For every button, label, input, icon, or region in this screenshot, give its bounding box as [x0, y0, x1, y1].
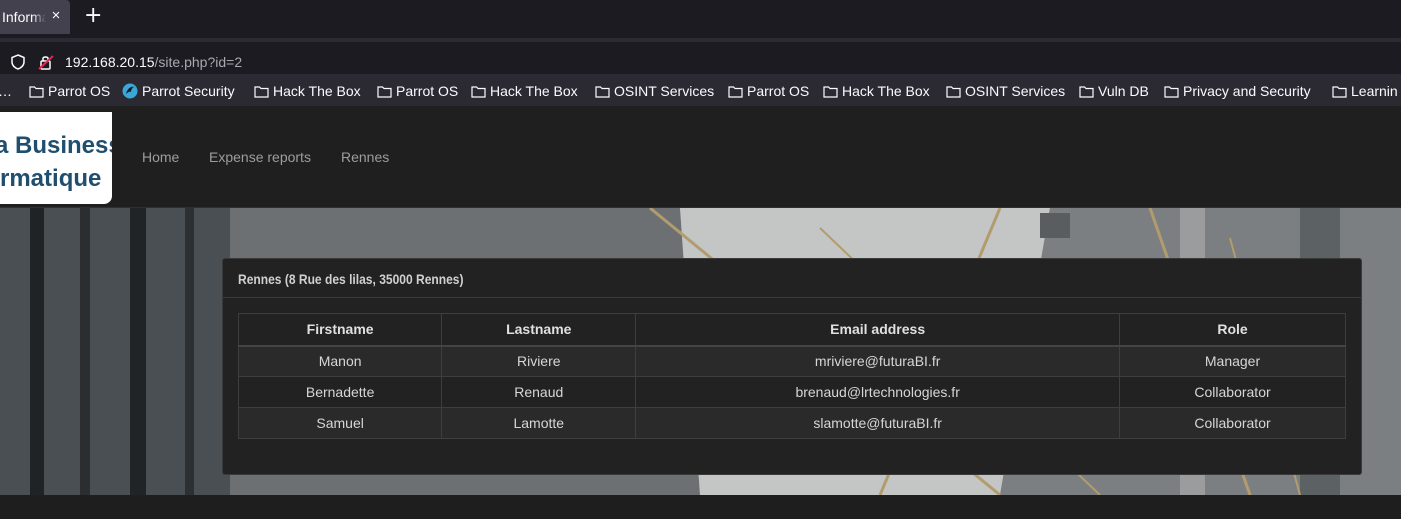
browser-tab[interactable]: Informat ×: [0, 0, 70, 34]
employees-table: Firstname Lastname Email address Role Ma…: [237, 313, 1346, 439]
site-navbar: a Business rmatique Home Expense reports…: [0, 106, 1401, 208]
bookmark-vuln-db[interactable]: Vuln DB: [1079, 83, 1149, 99]
bookmark-label: Hack The Box: [273, 83, 361, 99]
url-host: 192.168.20.15: [65, 54, 155, 70]
cell-email: brenaud@lrtechnologies.fr: [635, 376, 1121, 408]
bookmark-parrot-os[interactable]: Parrot OS: [377, 83, 458, 99]
bookmark-privacy-and-security[interactable]: Privacy and Security: [1164, 83, 1311, 99]
cell-email: slamotte@futuraBI.fr: [635, 407, 1121, 439]
folder-icon: [1164, 85, 1179, 98]
folder-icon: [595, 85, 610, 98]
parrot-icon: [122, 83, 138, 99]
folder-icon: [823, 85, 838, 98]
close-icon[interactable]: ×: [48, 8, 64, 24]
bookmark-label: …: [0, 83, 12, 99]
cell-email: mriviere@futuraBI.fr: [635, 345, 1121, 377]
hero-background: Rennes (8 Rue des lilas, 35000 Rennes) F…: [0, 208, 1401, 495]
bookmark-parrot-os[interactable]: Parrot OS: [29, 83, 110, 99]
site-logo[interactable]: a Business rmatique: [0, 112, 112, 204]
folder-icon: [1332, 85, 1347, 98]
bookmark-hack-the-box[interactable]: Hack The Box: [823, 83, 930, 99]
tab-title: Informat: [2, 9, 46, 25]
bookmark-label: OSINT Services: [965, 83, 1066, 99]
table-row: Samuel Lamotte slamotte@futuraBI.fr Coll…: [237, 407, 1346, 439]
column-header-role: Role: [1119, 313, 1346, 347]
folder-icon: [728, 85, 743, 98]
url-path: /site.php?id=2: [154, 54, 243, 70]
navigation-toolbar: 192.168.20.15/site.php?id=2: [0, 38, 1401, 78]
panel-title: Rennes (8 Rue des lilas, 35000 Rennes): [238, 271, 464, 287]
site-panel: Rennes (8 Rue des lilas, 35000 Rennes) F…: [222, 258, 1362, 475]
cell-lastname: Riviere: [441, 345, 637, 377]
bookmark-learning[interactable]: Learnin: [1332, 83, 1398, 99]
folder-icon: [377, 85, 392, 98]
table-header-row: Firstname Lastname Email address Role: [237, 313, 1346, 347]
insecure-lock-icon[interactable]: [37, 53, 55, 76]
cell-role: Manager: [1119, 345, 1346, 377]
bookmark-parrot-security[interactable]: Parrot Security: [122, 83, 235, 99]
cell-firstname: Manon: [237, 345, 443, 377]
cell-role: Collaborator: [1119, 407, 1346, 439]
folder-icon: [254, 85, 269, 98]
bookmark-label: Parrot OS: [48, 83, 111, 99]
bookmark-osint-services[interactable]: OSINT Services: [595, 83, 714, 99]
logo-text-line1: a Business: [0, 132, 112, 159]
bookmark-label: Parrot OS: [396, 83, 459, 99]
bookmark-label: Vuln DB: [1098, 83, 1149, 99]
folder-icon: [29, 85, 44, 98]
bookmark-hack-the-box[interactable]: Hack The Box: [471, 83, 578, 99]
bookmark-label: Parrot Security: [142, 83, 235, 99]
bookmarks-toolbar: … Parrot OS Parrot Security Hack The Box…: [0, 78, 1401, 106]
bookmark-parrot-os[interactable]: Parrot OS: [728, 83, 809, 99]
nav-expense-reports[interactable]: Expense reports: [209, 149, 311, 165]
table-row: Manon Riviere mriviere@futuraBI.fr Manag…: [237, 345, 1346, 377]
logo-text-line2: rmatique: [0, 165, 102, 192]
table-row: Bernadette Renaud brenaud@lrtechnologies…: [237, 376, 1346, 408]
cell-role: Collaborator: [1119, 376, 1346, 408]
column-header-lastname: Lastname: [441, 313, 637, 347]
bookmark-hack-the-box[interactable]: Hack The Box: [254, 83, 361, 99]
cell-firstname: Samuel: [237, 407, 443, 439]
folder-icon: [1079, 85, 1094, 98]
page-bottom-band: [0, 495, 1401, 519]
bookmark-label: Learnin: [1351, 83, 1398, 99]
page-content: a Business rmatique Home Expense reports…: [0, 106, 1401, 519]
bookmark-label: OSINT Services: [614, 83, 715, 99]
column-header-firstname: Firstname: [237, 313, 443, 347]
new-tab-button[interactable]: +: [84, 5, 102, 27]
nav-home[interactable]: Home: [142, 149, 179, 165]
tab-strip: Informat × +: [0, 0, 1401, 38]
column-header-email: Email address: [635, 313, 1121, 347]
bookmark-label: Privacy and Security: [1183, 83, 1311, 99]
folder-icon: [471, 85, 486, 98]
cell-lastname: Renaud: [441, 376, 637, 408]
url-bar[interactable]: 192.168.20.15/site.php?id=2: [0, 42, 1401, 74]
bookmark-osint-services[interactable]: OSINT Services: [946, 83, 1065, 99]
cell-firstname: Bernadette: [237, 376, 443, 408]
panel-heading: Rennes (8 Rue des lilas, 35000 Rennes): [223, 259, 1361, 298]
shield-icon[interactable]: [10, 54, 26, 75]
bookmark-label: Hack The Box: [842, 83, 930, 99]
folder-icon: [946, 85, 961, 98]
bookmark-overflow[interactable]: …: [0, 83, 12, 99]
url-text[interactable]: 192.168.20.15/site.php?id=2: [65, 54, 242, 70]
cell-lastname: Lamotte: [441, 407, 637, 439]
bookmark-label: Parrot OS: [747, 83, 810, 99]
bookmark-label: Hack The Box: [490, 83, 578, 99]
nav-rennes[interactable]: Rennes: [341, 149, 389, 165]
